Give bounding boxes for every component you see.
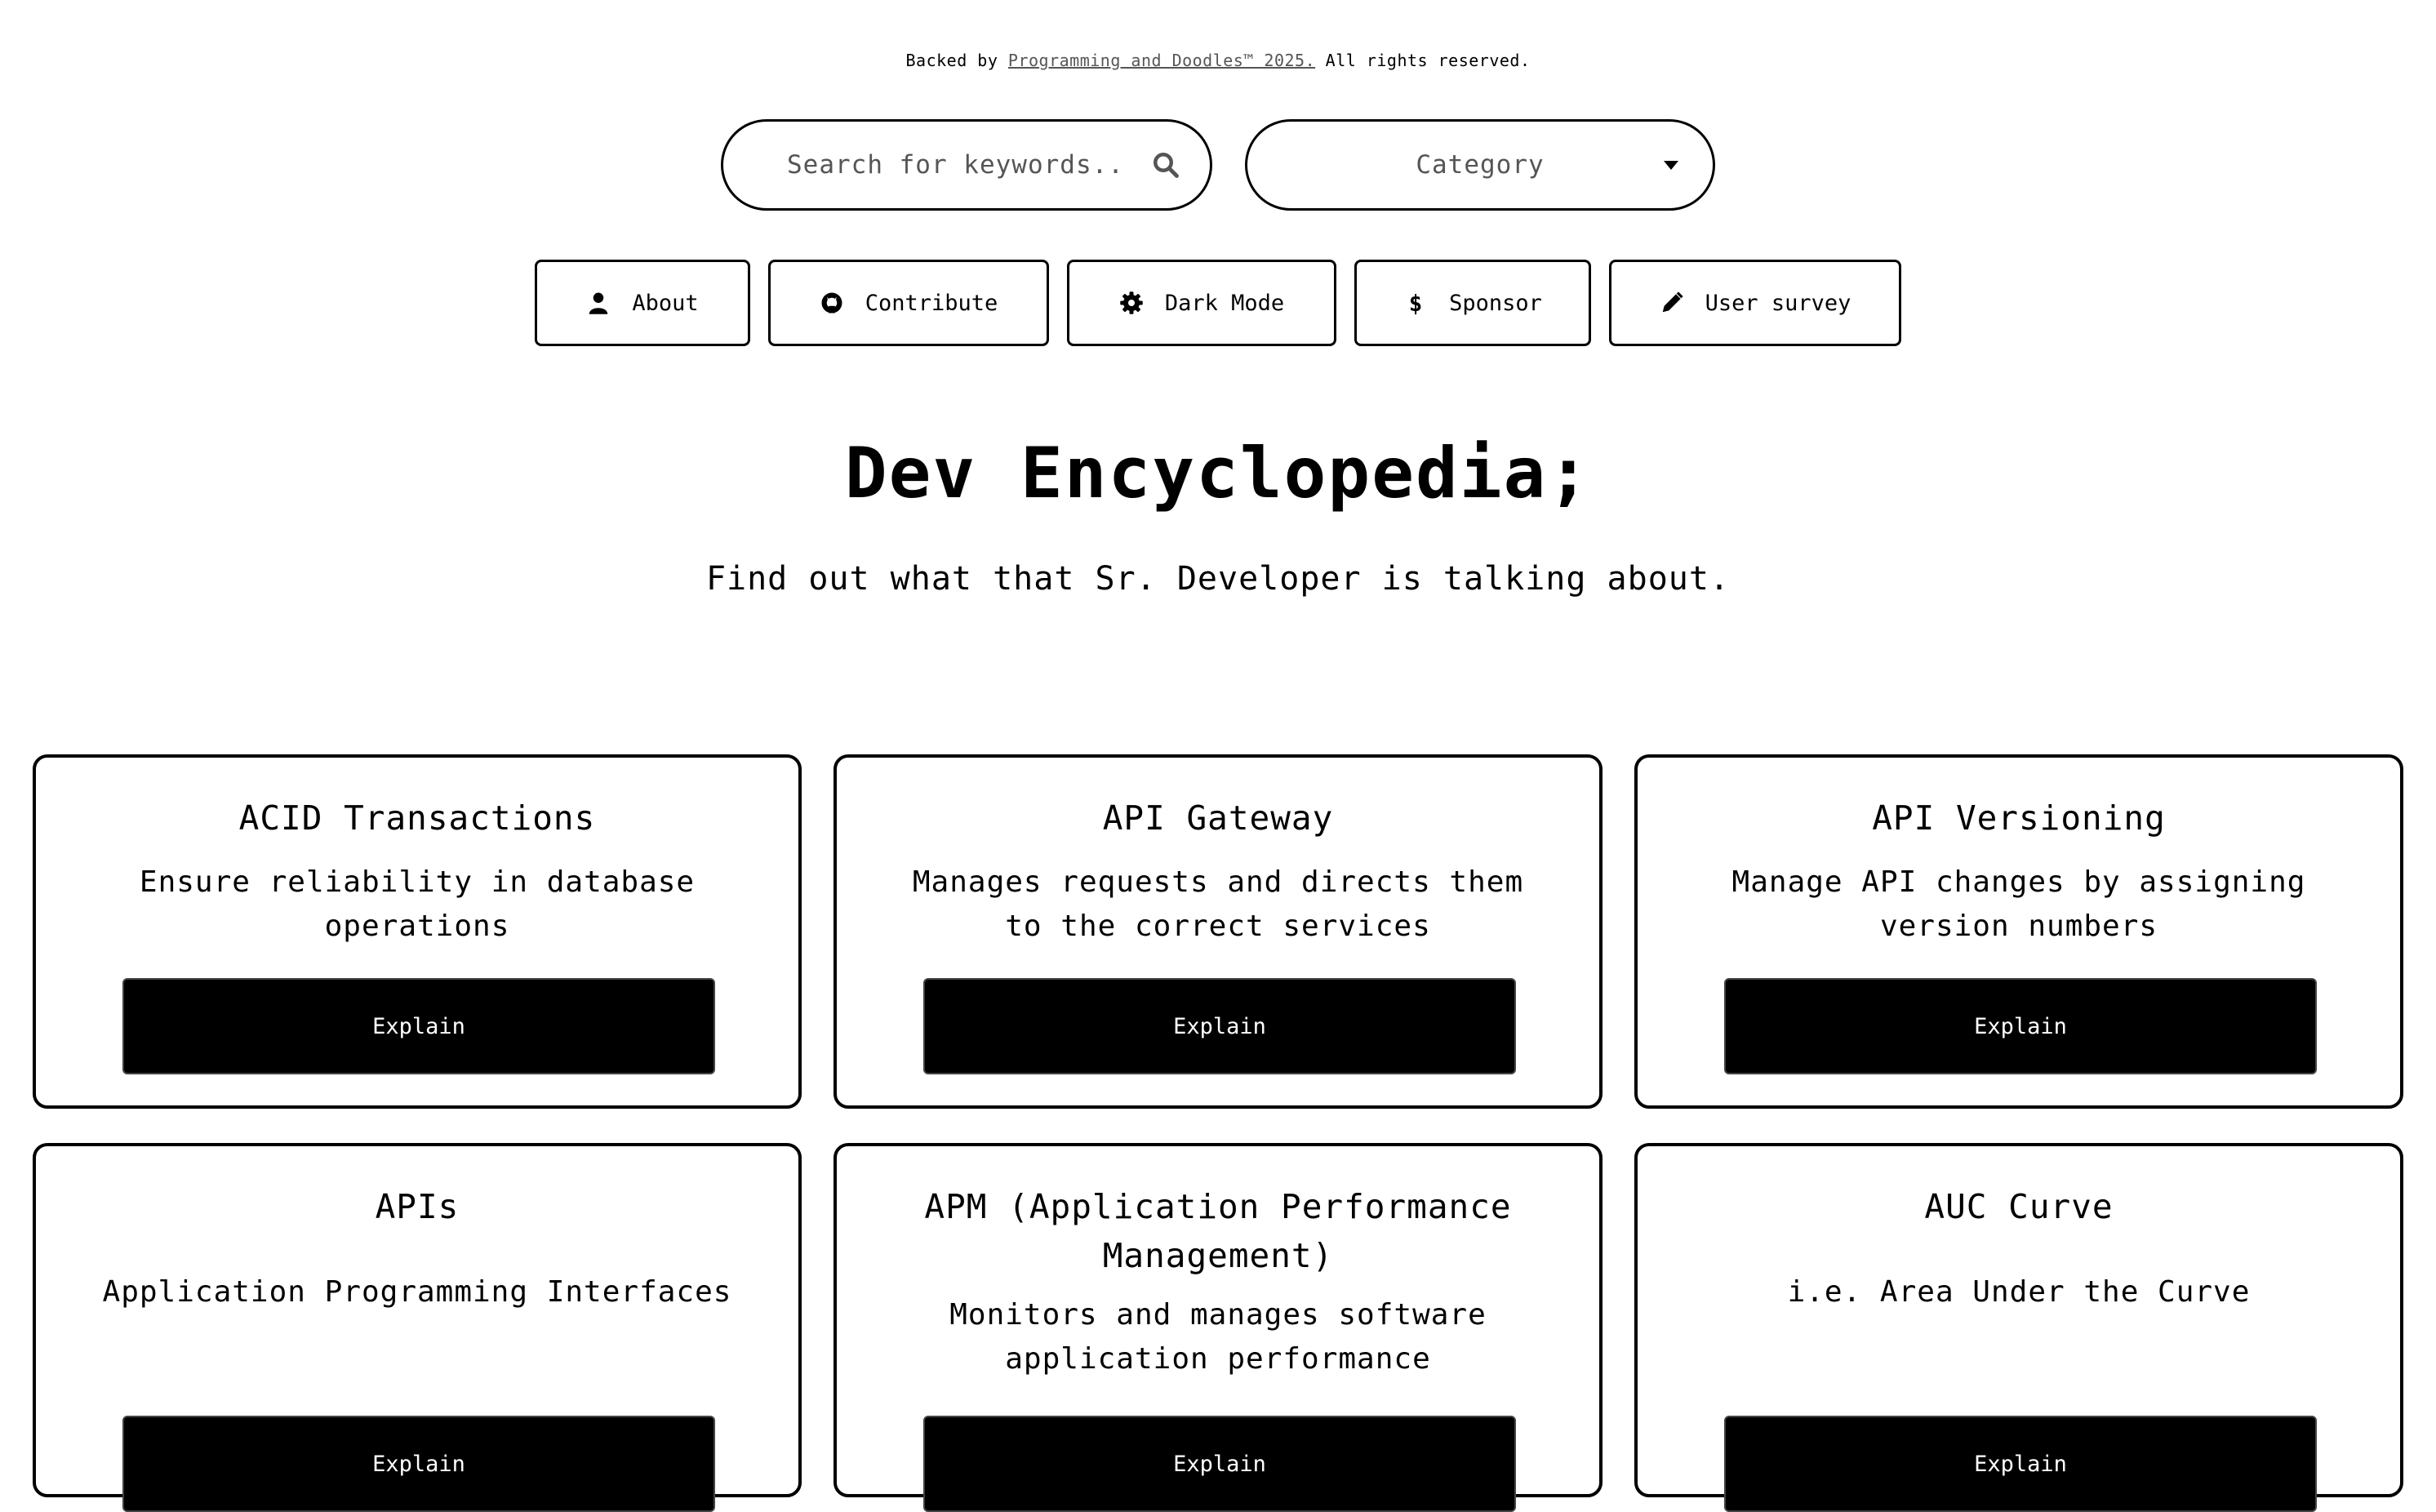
- footer-note: Backed by Programming and Doodles™ 2025.…: [0, 51, 2436, 70]
- gear-icon: [1120, 291, 1143, 314]
- search-icon[interactable]: [1151, 150, 1180, 180]
- contribute-button[interactable]: Contribute: [768, 260, 1049, 346]
- card-api-versioning: API Versioning Manage API changes by ass…: [1634, 754, 2403, 1109]
- search-input[interactable]: [787, 150, 1151, 180]
- page-title: Dev Encyclopedia;: [844, 433, 1592, 514]
- footer-prefix: Backed by: [905, 51, 1008, 70]
- explain-button[interactable]: Explain: [923, 1416, 1516, 1512]
- card-title: APM (Application Performance Management): [924, 1187, 1512, 1275]
- card-title: AUC Curve: [1924, 1187, 2114, 1226]
- dark-mode-button[interactable]: Dark Mode: [1067, 260, 1336, 346]
- sponsor-label: Sponsor: [1449, 290, 1542, 316]
- explain-button[interactable]: Explain: [122, 978, 715, 1074]
- card-apis: APIs Application Programming Interfaces …: [33, 1143, 802, 1512]
- footer-suffix: All rights reserved.: [1315, 51, 1531, 70]
- svg-text:$: $: [1409, 291, 1423, 315]
- contribute-label: Contribute: [865, 290, 998, 316]
- footer-link[interactable]: Programming and Doodles™ 2025.: [1008, 51, 1315, 70]
- card-acid-transactions: ACID Transactions Ensure reliability in …: [33, 754, 802, 1109]
- github-icon: [821, 292, 842, 314]
- explain-button[interactable]: Explain: [1724, 1416, 2317, 1512]
- card-description: i.e. Area Under the Curve: [1787, 1275, 2251, 1309]
- card-description: Application Programming Interfaces: [102, 1275, 732, 1309]
- about-label: About: [632, 290, 699, 316]
- card-title: APIs: [375, 1187, 460, 1226]
- card-description: Manage API changes by assigning version …: [1731, 865, 2306, 943]
- card-description: Ensure reliability in database operation…: [139, 865, 696, 943]
- sponsor-button[interactable]: $ Sponsor: [1354, 260, 1591, 346]
- search-box[interactable]: [721, 119, 1212, 211]
- card-api-gateway: API Gateway Manages requests and directs…: [833, 754, 1603, 1109]
- pencil-icon: [1662, 291, 1683, 313]
- category-select[interactable]: Category: [1245, 119, 1715, 211]
- category-label: Category: [1416, 150, 1545, 180]
- user-survey-button[interactable]: User survey: [1609, 260, 1901, 346]
- explain-button[interactable]: Explain: [122, 1416, 715, 1512]
- search-row: Category: [0, 119, 2436, 211]
- card-description: Manages requests and directs them to the…: [912, 865, 1524, 943]
- about-button[interactable]: About: [535, 260, 750, 346]
- chevron-down-icon: [1664, 161, 1678, 170]
- nav-row: About Contribute Dark Mode $ Sponsor Use…: [0, 260, 2436, 346]
- user-icon: [589, 292, 608, 314]
- card-title: ACID Transactions: [238, 798, 596, 838]
- card-description: Monitors and manages software applicatio…: [949, 1298, 1487, 1376]
- card-title: API Gateway: [1102, 798, 1334, 838]
- dark-mode-label: Dark Mode: [1164, 290, 1285, 316]
- card-grid: ACID Transactions Ensure reliability in …: [33, 754, 2403, 1512]
- card-title: API Versioning: [1872, 798, 2166, 838]
- explain-button[interactable]: Explain: [1724, 978, 2317, 1074]
- explain-button[interactable]: Explain: [923, 978, 1516, 1074]
- page-subtitle: Find out what that Sr. Developer is talk…: [705, 560, 1731, 598]
- card-auc-curve: AUC Curve i.e. Area Under the Curve Expl…: [1634, 1143, 2403, 1512]
- card-apm: APM (Application Performance Management)…: [833, 1143, 1603, 1512]
- user-survey-label: User survey: [1705, 290, 1851, 316]
- dollar-icon: $: [1409, 291, 1423, 315]
